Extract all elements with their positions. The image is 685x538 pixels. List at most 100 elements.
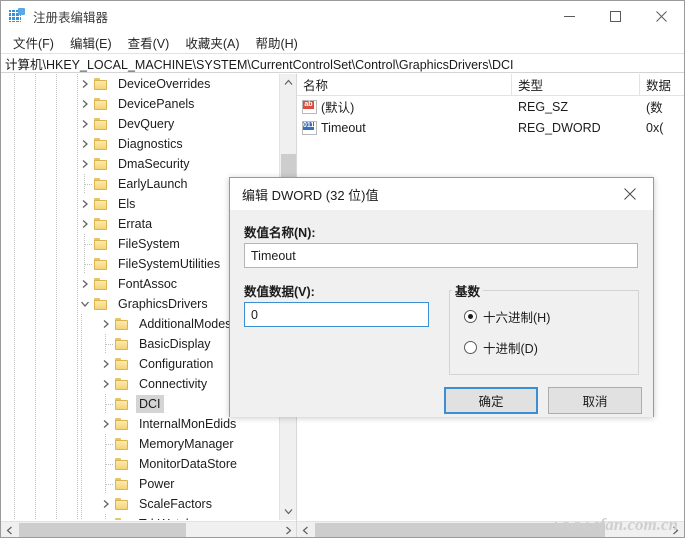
tree-item-label: FileSystem [118,237,180,251]
tree-item-deviceoverrides[interactable]: DeviceOverrides [1,74,280,94]
tree-item-dmasecurity[interactable]: DmaSecurity [1,154,280,174]
folder-icon [93,297,111,311]
value-row[interactable]: ab (默认) REG_SZ (数 [297,96,684,117]
tree-item-label: EarlyLaunch [118,177,188,191]
menu-edit[interactable]: 编辑(E) [62,31,120,54]
value-data-input[interactable]: 0 [244,302,429,327]
tree-indent [1,414,98,434]
minimize-icon[interactable] [546,1,592,31]
chevron-up-icon[interactable] [280,74,296,91]
tree-item-memorymanager[interactable]: MemoryManager [1,434,280,454]
column-header-type[interactable]: 类型 [512,74,640,95]
chevron-right-icon[interactable] [77,74,93,94]
tree-item-power[interactable]: Power [1,474,280,494]
close-icon[interactable] [638,1,684,31]
registry-icon [9,8,25,24]
value-name-cell: ab (默认) [297,96,512,117]
chevron-right-icon[interactable] [77,154,93,174]
chevron-right-icon[interactable] [77,274,93,294]
tree-item-devquery[interactable]: DevQuery [1,114,280,134]
tree-indent [1,194,78,214]
folder-icon [114,417,132,431]
chevron-right-icon[interactable] [77,114,93,134]
tree-item-monitordatastore[interactable]: MonitorDataStore [1,454,280,474]
dialog-title: 编辑 DWORD (32 位)值 [242,187,379,203]
tree-item-scalefactors[interactable]: ScaleFactors [1,494,280,514]
tree-indent [1,434,98,454]
value-name-label: 数值名称(N): [244,226,316,240]
tree-item-label: Configuration [139,357,214,371]
chevron-right-icon[interactable] [77,214,93,234]
tree-item-label: Connectivity [139,377,208,391]
tree-item-internalmonedids[interactable]: InternalMonEdids [1,414,280,434]
chevron-right-icon[interactable] [98,494,114,514]
menu-favorites[interactable]: 收藏夹(A) [177,31,247,54]
value-data-label: 数值数据(V): [244,285,315,299]
chevron-right-icon[interactable] [98,414,114,434]
value-name-cell: 011 Timeout [297,117,512,138]
radio-decimal[interactable]: 十进制(D) [464,338,538,357]
tree-connector [77,254,93,274]
registry-editor-window: 注册表编辑器 文件(F) 编辑(E) 查看(V) 收藏夹(A) 帮助(H) 计算… [0,0,685,538]
tree-indent [1,94,78,114]
folder-icon [114,477,132,491]
folder-icon [93,217,111,231]
tree-item-label: InternalMonEdids [139,417,237,431]
chevron-right-icon[interactable] [98,354,114,374]
tree-indent [1,314,98,334]
chevron-down-icon[interactable] [280,503,296,520]
chevron-left-icon[interactable] [297,522,314,537]
folder-icon [114,337,132,351]
value-row[interactable]: 011 Timeout REG_DWORD 0x( [297,117,684,138]
tree-indent [1,214,78,234]
tree-item-label: DeviceOverrides [118,77,211,91]
radio-button-icon [464,310,477,323]
ok-button[interactable]: 确定 [444,387,538,414]
titlebar: 注册表编辑器 [1,1,684,31]
maximize-icon[interactable] [592,1,638,31]
folder-icon [93,177,111,191]
values-hscroll-thumb[interactable] [315,523,605,537]
value-data-cell: (数 [646,101,663,115]
cancel-button[interactable]: 取消 [548,387,642,414]
chevron-left-icon[interactable] [1,522,18,537]
folder-icon [93,137,111,151]
window-controls [546,1,684,31]
close-icon[interactable] [608,179,652,209]
chevron-right-icon[interactable] [77,134,93,154]
value-type-cell: REG_SZ [518,99,569,114]
tree-horizontal-scrollbar[interactable] [1,521,296,537]
column-header-data[interactable]: 数据 [640,74,684,95]
values-horizontal-scrollbar[interactable] [297,521,684,537]
tree-item-label: ScaleFactors [139,497,212,511]
chevron-down-icon[interactable] [77,294,93,314]
dialog-body: 数值名称(N): Timeout 数值数据(V): 0 基数 十六进制(H) 十… [230,210,653,417]
tree-item-devicepanels[interactable]: DevicePanels [1,94,280,114]
chevron-right-icon[interactable] [77,194,93,214]
radio-hexadecimal[interactable]: 十六进制(H) [464,307,550,326]
folder-icon [93,77,111,91]
chevron-right-icon[interactable] [280,522,296,537]
address-path: 计算机\HKEY_LOCAL_MACHINE\SYSTEM\CurrentCon… [5,57,514,72]
chevron-right-icon[interactable] [667,522,684,537]
string-value-icon: ab [302,99,317,114]
values-list[interactable]: ab (默认) REG_SZ (数 011 Timeout REG_DWORD 0x( [297,96,684,138]
tree-connector [77,234,93,254]
tree-item-diagnostics[interactable]: Diagnostics [1,134,280,154]
address-bar[interactable]: 计算机\HKEY_LOCAL_MACHINE\SYSTEM\CurrentCon… [1,53,684,73]
dialog-titlebar: 编辑 DWORD (32 位)值 [230,178,653,210]
folder-icon [114,377,132,391]
menu-file[interactable]: 文件(F) [5,31,62,54]
chevron-right-icon[interactable] [98,314,114,334]
menu-help[interactable]: 帮助(H) [247,31,305,54]
tree-indent [1,154,78,174]
menu-view[interactable]: 查看(V) [120,31,178,54]
tree-item-tdrwatch[interactable]: TdrWatch [1,514,280,520]
value-name-input[interactable]: Timeout [244,243,638,268]
tree-hscroll-thumb[interactable] [19,523,186,537]
column-header-name[interactable]: 名称 [297,74,512,95]
chevron-right-icon[interactable] [77,94,93,114]
folder-icon [93,97,111,111]
tree-connector [98,474,114,494]
chevron-right-icon[interactable] [98,374,114,394]
